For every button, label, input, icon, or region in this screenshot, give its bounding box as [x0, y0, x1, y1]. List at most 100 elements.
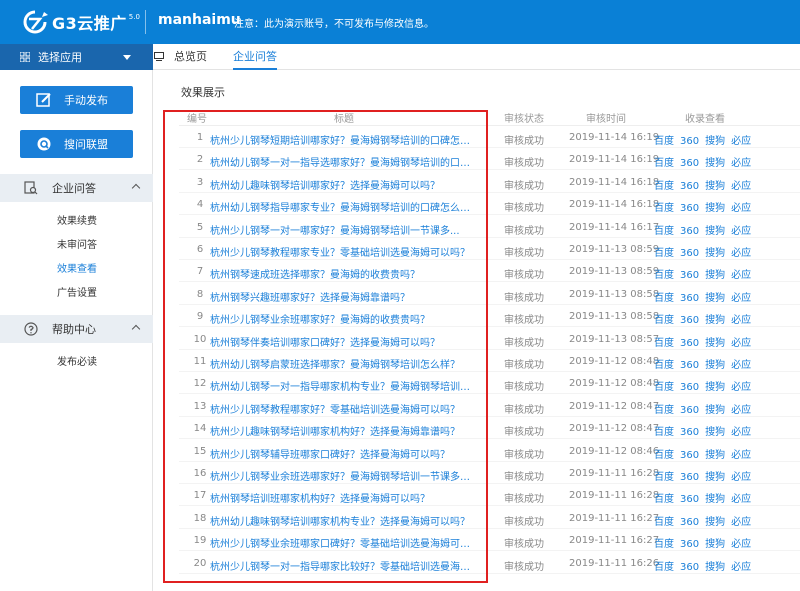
sogou-link[interactable]: 搜狗 — [705, 203, 725, 214]
row-title-link[interactable]: 杭州钢琴培训班哪家机构好？选择曼海姆可以吗？ — [210, 490, 475, 505]
sogou-link[interactable]: 搜狗 — [705, 181, 725, 192]
sogou-link[interactable]: 搜狗 — [705, 270, 725, 281]
baidu-link[interactable]: 百度 — [654, 450, 674, 461]
bing-link[interactable]: 必应 — [731, 517, 751, 528]
bing-link[interactable]: 必应 — [731, 315, 751, 326]
baidu-link[interactable]: 百度 — [654, 382, 674, 393]
row-title-link[interactable]: 杭州少儿钢琴一对一哪家好？曼海姆钢琴培训一节课多... — [210, 222, 475, 237]
sidebar-item-ad-settings[interactable]: 广告设置 — [57, 284, 97, 299]
bing-link[interactable]: 必应 — [731, 338, 751, 349]
360-link[interactable]: 360 — [680, 270, 699, 281]
row-title-link[interactable]: 杭州少儿钢琴业余班选哪家好？曼海姆钢琴培训一节课多少... — [210, 468, 475, 483]
logo[interactable]: G3云推广 5.0 — [20, 8, 140, 36]
sidebar-item-publish-guide[interactable]: 发布必读 — [57, 353, 97, 368]
row-title-link[interactable]: 杭州少儿钢琴业余班哪家口碑好？零基础培训选曼海姆可以... — [210, 535, 475, 550]
bing-link[interactable]: 必应 — [731, 226, 751, 237]
bing-link[interactable]: 必应 — [731, 405, 751, 416]
row-title-link[interactable]: 杭州少儿钢琴短期培训哪家好？曼海姆钢琴培训的口碑怎么... — [210, 132, 475, 147]
360-link[interactable]: 360 — [680, 315, 699, 326]
sogou-link[interactable]: 搜狗 — [705, 562, 725, 573]
baidu-link[interactable]: 百度 — [654, 270, 674, 281]
search-league-button[interactable]: 搜问联盟 — [20, 130, 133, 158]
row-title-link[interactable]: 杭州少儿钢琴教程哪家专业？零基础培训选曼海姆可以吗？ — [210, 244, 475, 259]
baidu-link[interactable]: 百度 — [654, 181, 674, 192]
bing-link[interactable]: 必应 — [731, 158, 751, 169]
360-link[interactable]: 360 — [680, 360, 699, 371]
360-link[interactable]: 360 — [680, 338, 699, 349]
360-link[interactable]: 360 — [680, 427, 699, 438]
tab-overview[interactable]: 总览页 — [152, 44, 207, 70]
bing-link[interactable]: 必应 — [731, 293, 751, 304]
sidebar-item-effect-renewal[interactable]: 效果续费 — [57, 212, 97, 227]
row-title-link[interactable]: 杭州幼儿钢琴一对一指导哪家机构专业？曼海姆钢琴培训的... — [210, 378, 475, 393]
sogou-link[interactable]: 搜狗 — [705, 226, 725, 237]
360-link[interactable]: 360 — [680, 405, 699, 416]
sogou-link[interactable]: 搜狗 — [705, 405, 725, 416]
bing-link[interactable]: 必应 — [731, 472, 751, 483]
360-link[interactable]: 360 — [680, 158, 699, 169]
sogou-link[interactable]: 搜狗 — [705, 472, 725, 483]
sogou-link[interactable]: 搜狗 — [705, 494, 725, 505]
baidu-link[interactable]: 百度 — [654, 472, 674, 483]
360-link[interactable]: 360 — [680, 472, 699, 483]
baidu-link[interactable]: 百度 — [654, 494, 674, 505]
row-title-link[interactable]: 杭州幼儿钢琴启蒙班选择哪家？曼海姆钢琴培训怎么样？ — [210, 356, 475, 371]
360-link[interactable]: 360 — [680, 293, 699, 304]
row-title-link[interactable]: 杭州少儿钢琴一对一指导哪家比较好？零基础培训选曼海姆... — [210, 558, 475, 573]
row-title-link[interactable]: 杭州少儿趣味钢琴培训哪家机构好？选择曼海姆靠谱吗？ — [210, 423, 475, 438]
tab-enterprise-qa[interactable]: 企业问答 — [233, 44, 277, 70]
360-link[interactable]: 360 — [680, 248, 699, 259]
360-link[interactable]: 360 — [680, 539, 699, 550]
baidu-link[interactable]: 百度 — [654, 427, 674, 438]
baidu-link[interactable]: 百度 — [654, 315, 674, 326]
bing-link[interactable]: 必应 — [731, 539, 751, 550]
row-title-link[interactable]: 杭州钢琴兴趣班哪家好？选择曼海姆靠谱吗？ — [210, 289, 475, 304]
row-title-link[interactable]: 杭州少儿钢琴业余班哪家好？曼海姆的收费贵吗？ — [210, 311, 475, 326]
360-link[interactable]: 360 — [680, 226, 699, 237]
360-link[interactable]: 360 — [680, 517, 699, 528]
baidu-link[interactable]: 百度 — [654, 338, 674, 349]
sogou-link[interactable]: 搜狗 — [705, 517, 725, 528]
baidu-link[interactable]: 百度 — [654, 248, 674, 259]
sogou-link[interactable]: 搜狗 — [705, 158, 725, 169]
row-title-link[interactable]: 杭州幼儿钢琴一对一指导选哪家好？曼海姆钢琴培训的口碑... — [210, 154, 475, 169]
row-title-link[interactable]: 杭州少儿钢琴辅导班哪家口碑好？选择曼海姆可以吗？ — [210, 446, 475, 461]
baidu-link[interactable]: 百度 — [654, 405, 674, 416]
baidu-link[interactable]: 百度 — [654, 158, 674, 169]
360-link[interactable]: 360 — [680, 181, 699, 192]
bing-link[interactable]: 必应 — [731, 562, 751, 573]
manual-publish-button[interactable]: 手动发布 — [20, 86, 133, 114]
sogou-link[interactable]: 搜狗 — [705, 248, 725, 259]
row-title-link[interactable]: 杭州少儿钢琴教程哪家好？零基础培训选曼海姆可以吗？ — [210, 401, 475, 416]
360-link[interactable]: 360 — [680, 382, 699, 393]
baidu-link[interactable]: 百度 — [654, 203, 674, 214]
bing-link[interactable]: 必应 — [731, 450, 751, 461]
baidu-link[interactable]: 百度 — [654, 136, 674, 147]
360-link[interactable]: 360 — [680, 450, 699, 461]
baidu-link[interactable]: 百度 — [654, 562, 674, 573]
row-title-link[interactable]: 杭州幼儿趣味钢琴培训哪家好？选择曼海姆可以吗？ — [210, 177, 475, 192]
bing-link[interactable]: 必应 — [731, 203, 751, 214]
bing-link[interactable]: 必应 — [731, 494, 751, 505]
bing-link[interactable]: 必应 — [731, 382, 751, 393]
360-link[interactable]: 360 — [680, 136, 699, 147]
360-link[interactable]: 360 — [680, 203, 699, 214]
baidu-link[interactable]: 百度 — [654, 517, 674, 528]
sogou-link[interactable]: 搜狗 — [705, 450, 725, 461]
sogou-link[interactable]: 搜狗 — [705, 539, 725, 550]
row-title-link[interactable]: 杭州幼儿趣味钢琴培训哪家机构专业？选择曼海姆可以吗？ — [210, 513, 475, 528]
bing-link[interactable]: 必应 — [731, 248, 751, 259]
sogou-link[interactable]: 搜狗 — [705, 427, 725, 438]
baidu-link[interactable]: 百度 — [654, 539, 674, 550]
bing-link[interactable]: 必应 — [731, 270, 751, 281]
360-link[interactable]: 360 — [680, 494, 699, 505]
bing-link[interactable]: 必应 — [731, 181, 751, 192]
baidu-link[interactable]: 百度 — [654, 226, 674, 237]
360-link[interactable]: 360 — [680, 562, 699, 573]
sogou-link[interactable]: 搜狗 — [705, 315, 725, 326]
bing-link[interactable]: 必应 — [731, 136, 751, 147]
sogou-link[interactable]: 搜狗 — [705, 360, 725, 371]
sogou-link[interactable]: 搜狗 — [705, 338, 725, 349]
row-title-link[interactable]: 杭州钢琴速成班选择哪家？曼海姆的收费贵吗？ — [210, 266, 475, 281]
sogou-link[interactable]: 搜狗 — [705, 293, 725, 304]
